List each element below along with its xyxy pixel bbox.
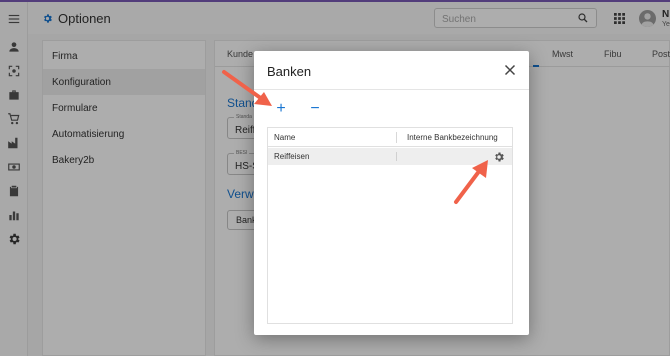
column-header-name[interactable]: Name (274, 133, 295, 142)
dialog-divider (254, 89, 529, 90)
column-header-internal[interactable]: Interne Bankbezeichnung (407, 133, 498, 142)
annotation-arrow-add (222, 70, 272, 106)
close-icon (504, 64, 516, 76)
close-button[interactable] (504, 63, 516, 76)
annotation-arrow-gear (454, 160, 488, 204)
grid-header: Name Interne Bankbezeichnung (268, 128, 512, 147)
column-divider[interactable] (396, 132, 397, 143)
remove-bank-button[interactable]: − (308, 101, 322, 117)
gear-icon (495, 152, 504, 162)
cell-bank-name: Reiffeisen (274, 152, 310, 161)
row-settings-button[interactable] (493, 150, 505, 162)
cell-divider (396, 152, 397, 161)
